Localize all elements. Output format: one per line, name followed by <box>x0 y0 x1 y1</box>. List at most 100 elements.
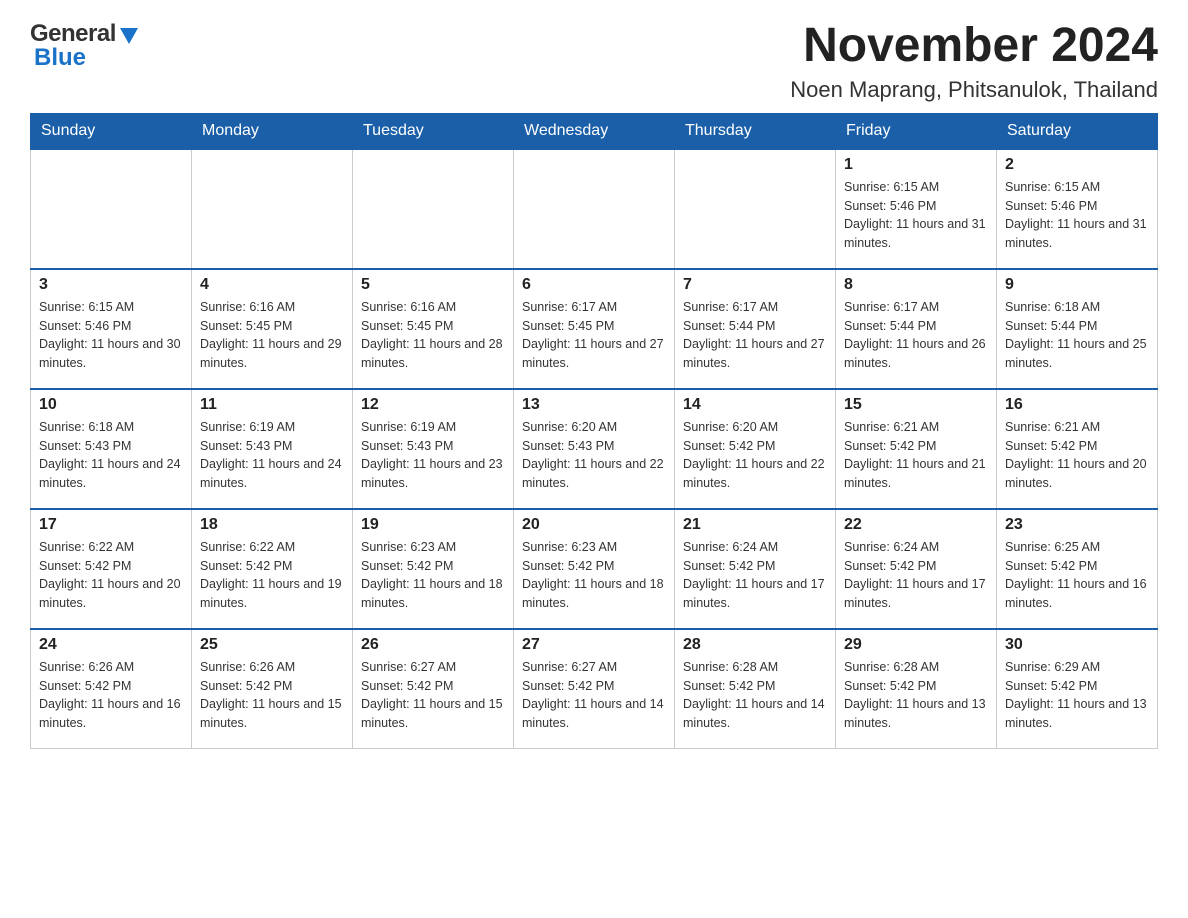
calendar-day-cell: 28Sunrise: 6:28 AMSunset: 5:42 PMDayligh… <box>675 629 836 749</box>
calendar-day-cell: 23 Sunrise: 6:25 AMSunset: 5:42 PMDayligh… <box>997 509 1158 629</box>
day-info: Sunrise: 6:18 AMSunset: 5:44 PMDaylight:… <box>1005 298 1149 373</box>
title-block: November 2024 Noen Maprang, Phitsanulok,… <box>790 20 1158 103</box>
day-number: 29 <box>844 636 988 654</box>
calendar-day-cell: 17Sunrise: 6:22 AMSunset: 5:42 PMDayligh… <box>31 509 192 629</box>
day-number: 11 <box>200 396 344 414</box>
day-info: Sunrise: 6:24 AMSunset: 5:42 PMDaylight:… <box>844 538 988 613</box>
day-info: Sunrise: 6:26 AMSunset: 5:42 PMDaylight:… <box>200 658 344 733</box>
day-info: Sunrise: 6:26 AMSunset: 5:42 PMDaylight:… <box>39 658 183 733</box>
day-info: Sunrise: 6:21 AMSunset: 5:42 PMDaylight:… <box>1005 418 1149 493</box>
day-of-week-header: Thursday <box>675 113 836 149</box>
day-info: Sunrise: 6:17 AMSunset: 5:44 PMDaylight:… <box>844 298 988 373</box>
day-number: 2 <box>1005 156 1149 174</box>
day-info: Sunrise: 6:27 AMSunset: 5:42 PMDaylight:… <box>522 658 666 733</box>
day-info: Sunrise: 6:16 AMSunset: 5:45 PMDaylight:… <box>200 298 344 373</box>
calendar-day-cell: 1 Sunrise: 6:15 AMSunset: 5:46 PMDaylight… <box>836 149 997 269</box>
calendar-day-cell: 14 Sunrise: 6:20 AMSunset: 5:42 PMDayligh… <box>675 389 836 509</box>
calendar-day-cell: 26 Sunrise: 6:27 AMSunset: 5:42 PMDayligh… <box>353 629 514 749</box>
day-number: 24 <box>39 636 183 654</box>
calendar-day-cell: 19 Sunrise: 6:23 AMSunset: 5:42 PMDayligh… <box>353 509 514 629</box>
day-number: 23 <box>1005 516 1149 534</box>
day-number: 21 <box>683 516 827 534</box>
day-number: 3 <box>39 276 183 294</box>
day-info: Sunrise: 6:23 AMSunset: 5:42 PMDaylight:… <box>361 538 505 613</box>
logo-blue-text: Blue <box>34 44 86 72</box>
day-info: Sunrise: 6:22 AMSunset: 5:42 PMDaylight:… <box>200 538 344 613</box>
calendar-day-cell <box>514 149 675 269</box>
day-info: Sunrise: 6:27 AMSunset: 5:42 PMDaylight:… <box>361 658 505 733</box>
calendar-day-cell: 29Sunrise: 6:28 AMSunset: 5:42 PMDayligh… <box>836 629 997 749</box>
logo-arrow-icon <box>118 24 140 46</box>
day-info: Sunrise: 6:17 AMSunset: 5:44 PMDaylight:… <box>683 298 827 373</box>
day-info: Sunrise: 6:19 AMSunset: 5:43 PMDaylight:… <box>361 418 505 493</box>
day-info: Sunrise: 6:29 AMSunset: 5:42 PMDaylight:… <box>1005 658 1149 733</box>
day-of-week-header: Tuesday <box>353 113 514 149</box>
day-info: Sunrise: 6:22 AMSunset: 5:42 PMDaylight:… <box>39 538 183 613</box>
calendar-header-row: SundayMondayTuesdayWednesdayThursdayFrid… <box>31 113 1158 149</box>
calendar-day-cell: 3 Sunrise: 6:15 AMSunset: 5:46 PMDaylight… <box>31 269 192 389</box>
calendar-day-cell: 15 Sunrise: 6:21 AMSunset: 5:42 PMDayligh… <box>836 389 997 509</box>
day-info: Sunrise: 6:20 AMSunset: 5:42 PMDaylight:… <box>683 418 827 493</box>
day-number: 4 <box>200 276 344 294</box>
day-info: Sunrise: 6:19 AMSunset: 5:43 PMDaylight:… <box>200 418 344 493</box>
day-number: 28 <box>683 636 827 654</box>
calendar-day-cell: 20 Sunrise: 6:23 AMSunset: 5:42 PMDayligh… <box>514 509 675 629</box>
day-of-week-header: Wednesday <box>514 113 675 149</box>
day-number: 12 <box>361 396 505 414</box>
day-info: Sunrise: 6:24 AMSunset: 5:42 PMDaylight:… <box>683 538 827 613</box>
day-of-week-header: Sunday <box>31 113 192 149</box>
day-number: 26 <box>361 636 505 654</box>
day-of-week-header: Saturday <box>997 113 1158 149</box>
day-number: 25 <box>200 636 344 654</box>
day-number: 19 <box>361 516 505 534</box>
day-info: Sunrise: 6:16 AMSunset: 5:45 PMDaylight:… <box>361 298 505 373</box>
calendar-day-cell: 11 Sunrise: 6:19 AMSunset: 5:43 PMDayligh… <box>192 389 353 509</box>
day-number: 1 <box>844 156 988 174</box>
calendar-day-cell: 4 Sunrise: 6:16 AMSunset: 5:45 PMDaylight… <box>192 269 353 389</box>
calendar-day-cell: 13Sunrise: 6:20 AMSunset: 5:43 PMDayligh… <box>514 389 675 509</box>
day-number: 6 <box>522 276 666 294</box>
day-number: 22 <box>844 516 988 534</box>
day-of-week-header: Friday <box>836 113 997 149</box>
calendar-day-cell <box>353 149 514 269</box>
page-header: General Blue November 2024 Noen Maprang,… <box>30 20 1158 103</box>
calendar-week-row: 10Sunrise: 6:18 AMSunset: 5:43 PMDayligh… <box>31 389 1158 509</box>
calendar-day-cell: 18 Sunrise: 6:22 AMSunset: 5:42 PMDayligh… <box>192 509 353 629</box>
calendar-day-cell: 9 Sunrise: 6:18 AMSunset: 5:44 PMDaylight… <box>997 269 1158 389</box>
day-info: Sunrise: 6:21 AMSunset: 5:42 PMDaylight:… <box>844 418 988 493</box>
calendar-week-row: 24 Sunrise: 6:26 AMSunset: 5:42 PMDayligh… <box>31 629 1158 749</box>
calendar-week-row: 1 Sunrise: 6:15 AMSunset: 5:46 PMDaylight… <box>31 149 1158 269</box>
logo: General Blue <box>30 20 140 72</box>
calendar-day-cell: 8 Sunrise: 6:17 AMSunset: 5:44 PMDaylight… <box>836 269 997 389</box>
day-number: 9 <box>1005 276 1149 294</box>
day-info: Sunrise: 6:15 AMSunset: 5:46 PMDaylight:… <box>1005 178 1149 253</box>
day-number: 14 <box>683 396 827 414</box>
calendar-week-row: 3 Sunrise: 6:15 AMSunset: 5:46 PMDaylight… <box>31 269 1158 389</box>
calendar-day-cell: 12 Sunrise: 6:19 AMSunset: 5:43 PMDayligh… <box>353 389 514 509</box>
day-number: 5 <box>361 276 505 294</box>
calendar-day-cell: 24 Sunrise: 6:26 AMSunset: 5:42 PMDayligh… <box>31 629 192 749</box>
day-number: 30 <box>1005 636 1149 654</box>
calendar-day-cell <box>31 149 192 269</box>
month-title: November 2024 <box>803 20 1158 73</box>
calendar-week-row: 17Sunrise: 6:22 AMSunset: 5:42 PMDayligh… <box>31 509 1158 629</box>
calendar-day-cell: 7Sunrise: 6:17 AMSunset: 5:44 PMDaylight… <box>675 269 836 389</box>
day-info: Sunrise: 6:23 AMSunset: 5:42 PMDaylight:… <box>522 538 666 613</box>
day-number: 13 <box>522 396 666 414</box>
day-of-week-header: Monday <box>192 113 353 149</box>
calendar-day-cell: 25 Sunrise: 6:26 AMSunset: 5:42 PMDayligh… <box>192 629 353 749</box>
day-info: Sunrise: 6:15 AMSunset: 5:46 PMDaylight:… <box>844 178 988 253</box>
day-info: Sunrise: 6:15 AMSunset: 5:46 PMDaylight:… <box>39 298 183 373</box>
day-number: 20 <box>522 516 666 534</box>
day-number: 18 <box>200 516 344 534</box>
day-number: 27 <box>522 636 666 654</box>
day-number: 8 <box>844 276 988 294</box>
calendar-day-cell: 30 Sunrise: 6:29 AMSunset: 5:42 PMDayligh… <box>997 629 1158 749</box>
calendar-day-cell: 2 Sunrise: 6:15 AMSunset: 5:46 PMDaylight… <box>997 149 1158 269</box>
day-number: 16 <box>1005 396 1149 414</box>
day-number: 15 <box>844 396 988 414</box>
calendar-day-cell: 16 Sunrise: 6:21 AMSunset: 5:42 PMDayligh… <box>997 389 1158 509</box>
day-info: Sunrise: 6:25 AMSunset: 5:42 PMDaylight:… <box>1005 538 1149 613</box>
calendar-day-cell <box>675 149 836 269</box>
calendar-day-cell: 6Sunrise: 6:17 AMSunset: 5:45 PMDaylight… <box>514 269 675 389</box>
